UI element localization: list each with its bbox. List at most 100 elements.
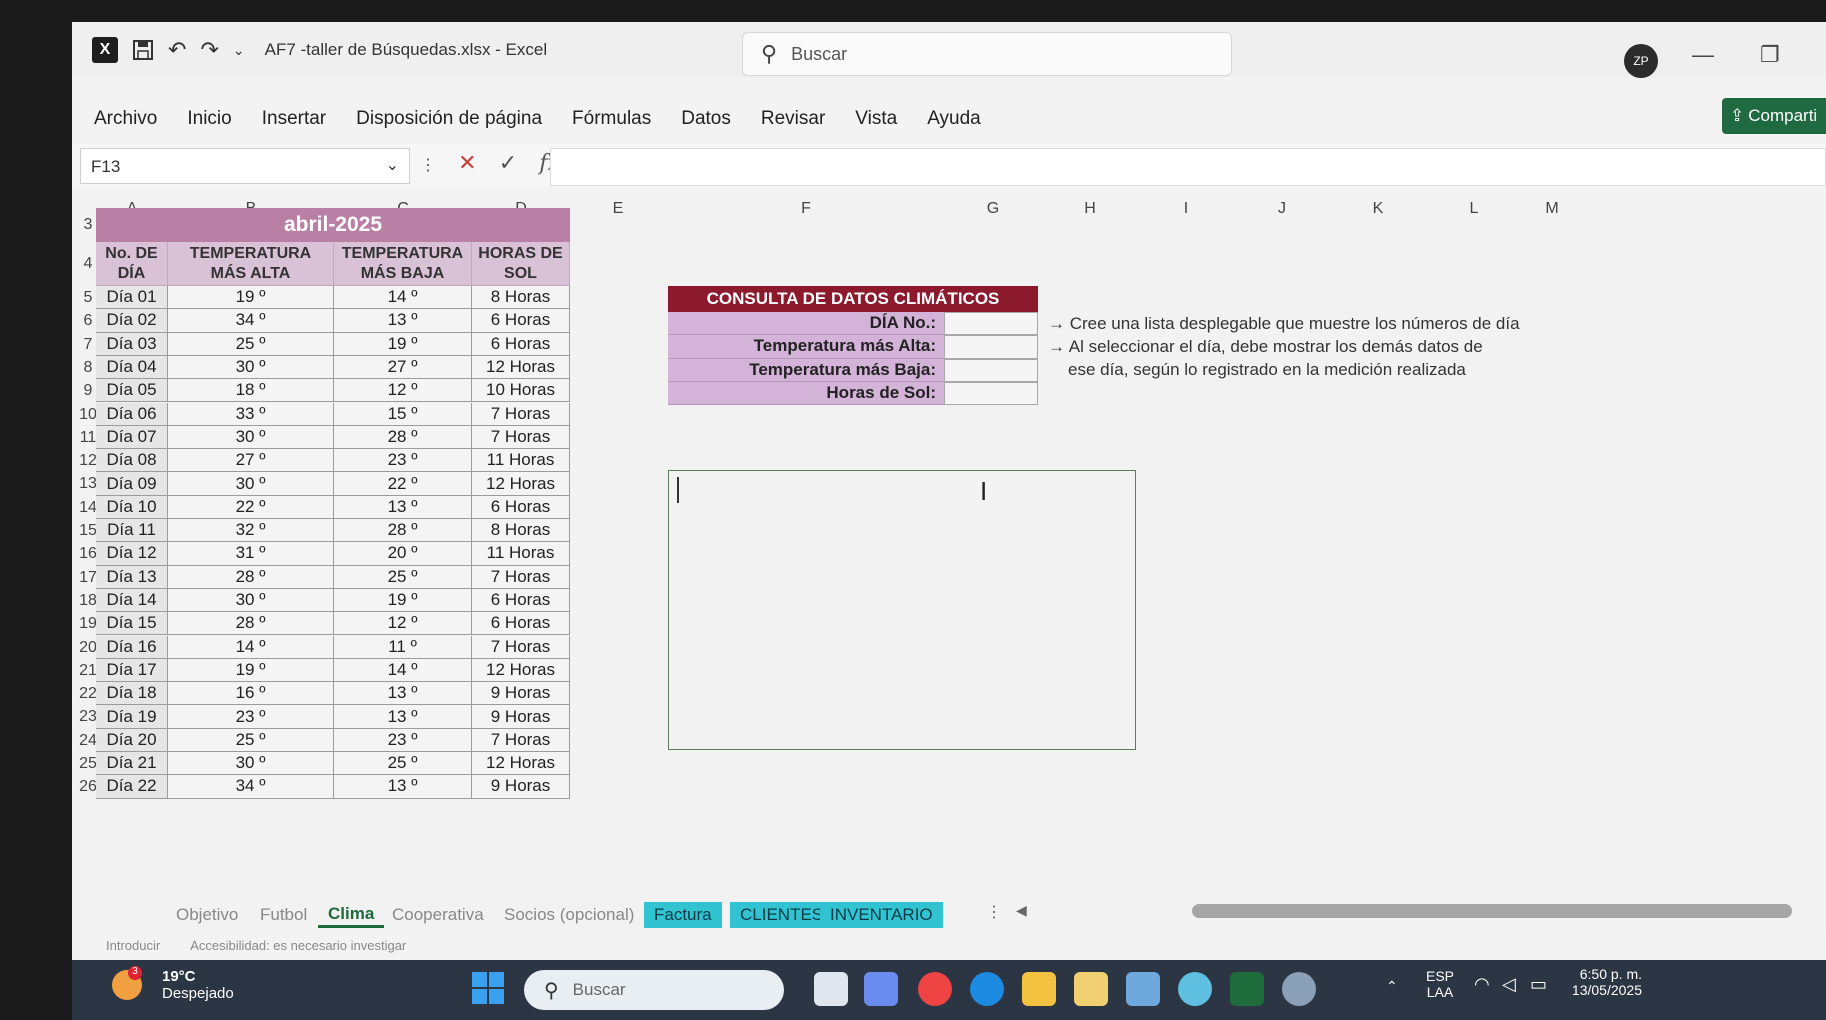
consulta-title[interactable]: CONSULTA DE DATOS CLIMÁTICOS (668, 286, 1038, 312)
column-header[interactable]: L (1426, 196, 1522, 222)
consulta-value-cell[interactable] (944, 381, 1038, 406)
excel-taskbar-icon[interactable] (1230, 972, 1264, 1006)
table-cell[interactable]: 6 Horas (472, 332, 570, 356)
tab-clima[interactable]: Clima (318, 902, 385, 928)
tab-inventario[interactable]: INVENTARIO (820, 902, 943, 928)
table-cell[interactable]: 19 º (334, 588, 472, 613)
column-header[interactable]: H (1042, 196, 1138, 222)
table-cell[interactable]: 30 º (168, 425, 334, 450)
table-cell[interactable]: 12 Horas (472, 658, 570, 683)
table-header-cell[interactable]: TEMPERATURA MÁS BAJA (334, 242, 472, 286)
tab-factura[interactable]: Factura (644, 902, 722, 928)
wifi-icon[interactable]: ◠ (1474, 974, 1490, 995)
table-cell[interactable]: 8 Horas (472, 519, 570, 543)
table-cell[interactable]: Día 17 (96, 658, 168, 683)
name-box[interactable]: F13 ⌄ (80, 148, 410, 184)
table-cell[interactable]: Día 20 (96, 728, 168, 752)
column-header[interactable]: J (1234, 196, 1330, 222)
consulta-value-cell[interactable] (944, 358, 1038, 382)
share-button[interactable]: ⇪ Comparti (1722, 98, 1826, 134)
table-cell[interactable]: Día 16 (96, 635, 168, 659)
tab-objetivo[interactable]: Objetivo (166, 902, 248, 928)
language-indicator[interactable]: ESP LAA (1426, 968, 1454, 1000)
battery-icon[interactable]: ▭ (1530, 974, 1547, 995)
copilot-icon[interactable] (864, 972, 898, 1006)
table-cell[interactable]: 18 º (168, 379, 334, 403)
table-cell[interactable]: 6 Horas (472, 495, 570, 519)
confirm-icon[interactable]: ✓ (499, 150, 517, 175)
table-cell[interactable]: Día 01 (96, 286, 168, 310)
table-cell[interactable]: Día 07 (96, 425, 168, 450)
table-cell[interactable]: 13 º (334, 495, 472, 519)
more-tabs-icon[interactable]: ⋮ (986, 902, 1002, 922)
table-cell[interactable]: Día 06 (96, 402, 168, 426)
table-cell[interactable]: 30 º (168, 472, 334, 496)
column-header[interactable]: F (668, 196, 944, 222)
menu-formulas[interactable]: Fórmulas (572, 108, 651, 130)
table-cell[interactable]: 7 Horas (472, 402, 570, 426)
consulta-label[interactable]: Temperatura más Baja: (668, 358, 944, 382)
table-cell[interactable]: 23 º (334, 449, 472, 473)
tab-futbol[interactable]: Futbol (250, 902, 317, 928)
horizontal-scrollbar[interactable] (1192, 904, 1792, 918)
table-cell[interactable]: 13 º (334, 705, 472, 729)
menu-datos[interactable]: Datos (681, 108, 731, 130)
app-icon[interactable] (1126, 972, 1160, 1006)
table-cell[interactable]: Día 11 (96, 519, 168, 543)
menu-inicio[interactable]: Inicio (187, 108, 231, 130)
table-cell[interactable]: Día 03 (96, 332, 168, 356)
consulta-value-cell[interactable] (944, 312, 1038, 336)
table-cell[interactable]: 28 º (334, 425, 472, 450)
table-cell[interactable]: 7 Horas (472, 635, 570, 659)
settings-icon[interactable] (1282, 972, 1316, 1006)
consulta-label[interactable]: Horas de Sol: (668, 381, 944, 406)
table-cell[interactable]: Día 18 (96, 682, 168, 706)
table-cell[interactable]: 13 º (334, 309, 472, 333)
windows-start-icon[interactable] (472, 972, 504, 1004)
table-cell[interactable]: 13 º (334, 775, 472, 799)
tab-socios[interactable]: Socios (opcional) (494, 902, 644, 928)
table-cell[interactable]: 12 Horas (472, 752, 570, 776)
tab-cooperativa[interactable]: Cooperativa (382, 902, 494, 928)
table-cell[interactable]: 14 º (334, 658, 472, 683)
table-cell[interactable]: Día 04 (96, 355, 168, 380)
table-header-cell[interactable]: No. DE DÍA (96, 242, 168, 286)
column-header[interactable]: I (1138, 196, 1234, 222)
table-cell[interactable]: 16 º (168, 682, 334, 706)
table-cell[interactable]: 7 Horas (472, 728, 570, 752)
undo-icon[interactable]: ↶ (168, 37, 186, 63)
table-cell[interactable]: 22 º (334, 472, 472, 496)
table-cell[interactable]: 31 º (168, 542, 334, 566)
table-cell[interactable]: 10 Horas (472, 379, 570, 403)
column-header[interactable]: K (1330, 196, 1426, 222)
consulta-label[interactable]: DÍA No.: (668, 312, 944, 336)
table-cell[interactable]: 20 º (334, 542, 472, 566)
instruction-note[interactable]: ese día, según lo registrado en la medic… (1068, 360, 1466, 380)
clock[interactable]: 6:50 p. m. 13/05/2025 (1562, 966, 1642, 998)
table-cell[interactable]: 30 º (168, 355, 334, 380)
table-cell[interactable]: 32 º (168, 519, 334, 543)
save-icon[interactable] (132, 39, 154, 61)
table-cell[interactable]: 15 º (334, 402, 472, 426)
table-cell[interactable]: 25 º (334, 565, 472, 589)
instruction-note[interactable]: → Cree una lista desplegable que muestre… (1048, 314, 1520, 334)
table-cell[interactable]: 25 º (334, 752, 472, 776)
table-cell[interactable]: 28 º (168, 565, 334, 589)
table-cell[interactable]: 19 º (334, 332, 472, 356)
table-cell[interactable]: Día 09 (96, 472, 168, 496)
table-cell[interactable]: 11 Horas (472, 542, 570, 566)
month-header[interactable]: abril-2025 (96, 208, 570, 242)
menu-ayuda[interactable]: Ayuda (927, 108, 981, 130)
table-cell[interactable]: 12 Horas (472, 355, 570, 380)
table-cell[interactable]: 6 Horas (472, 588, 570, 613)
tray-chevron-icon[interactable]: ⌃ (1386, 978, 1398, 995)
table-cell[interactable]: Día 13 (96, 565, 168, 589)
table-cell[interactable]: 25 º (168, 332, 334, 356)
table-cell[interactable]: 9 Horas (472, 705, 570, 729)
table-cell[interactable]: 27 º (334, 355, 472, 380)
table-cell[interactable]: 22 º (168, 495, 334, 519)
more-icon[interactable]: ⋮ (420, 157, 436, 174)
table-header-cell[interactable]: TEMPERATURA MÁS ALTA (168, 242, 334, 286)
table-cell[interactable]: Día 02 (96, 309, 168, 333)
table-cell[interactable]: Día 14 (96, 588, 168, 613)
